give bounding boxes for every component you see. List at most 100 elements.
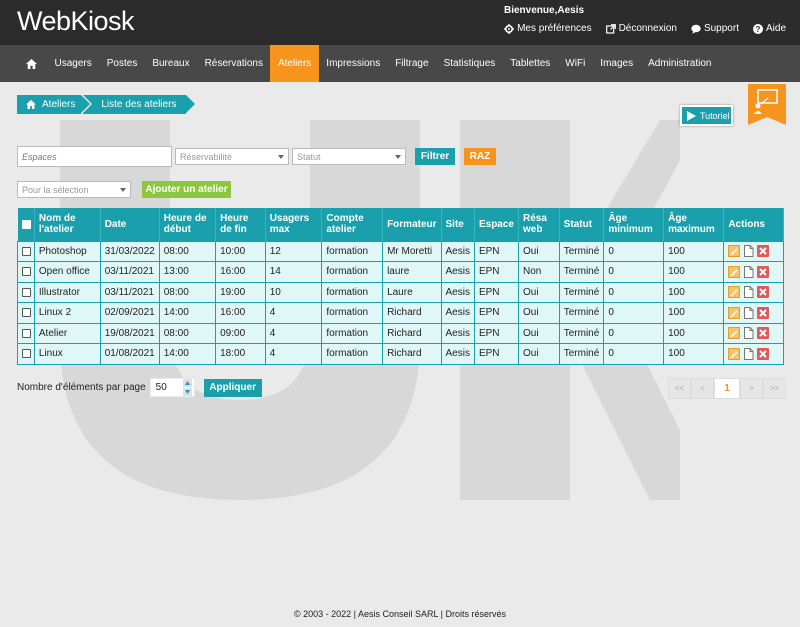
nav-home[interactable] bbox=[0, 45, 47, 82]
reservabilite-select[interactable]: Réservabilité bbox=[175, 148, 289, 165]
col-resa-web[interactable]: Résa web bbox=[518, 208, 560, 241]
cell-age-max: 100 bbox=[663, 240, 724, 262]
cell-formateur: Richard bbox=[382, 302, 442, 324]
statut-select[interactable]: Statut bbox=[292, 148, 406, 165]
help-label: Aide bbox=[765, 23, 786, 34]
row-checkbox[interactable] bbox=[22, 287, 31, 297]
col-heure-debut[interactable]: Heure de début bbox=[159, 208, 217, 241]
nav-bureaux[interactable]: Bureaux bbox=[145, 45, 197, 82]
edit-icon[interactable] bbox=[728, 306, 740, 319]
spin-up-icon[interactable] bbox=[182, 379, 192, 387]
duplicate-icon[interactable] bbox=[743, 327, 754, 340]
page-first-button[interactable]: << bbox=[668, 378, 691, 399]
page-next-button[interactable]: > bbox=[740, 378, 763, 399]
nav-reservations[interactable]: Réservations bbox=[197, 45, 270, 82]
col-formateur[interactable]: Formateur bbox=[382, 208, 442, 241]
page-last-button[interactable]: >> bbox=[763, 378, 786, 399]
edit-icon[interactable] bbox=[728, 327, 740, 340]
breadcrumb-root[interactable]: Ateliers bbox=[17, 95, 91, 114]
row-checkbox[interactable] bbox=[22, 246, 31, 256]
delete-icon[interactable] bbox=[757, 306, 769, 319]
cell-heure-fin: 16:00 bbox=[215, 302, 266, 324]
col-statut[interactable]: Statut bbox=[559, 208, 605, 241]
duplicate-icon[interactable] bbox=[743, 245, 754, 258]
page-prev-button[interactable]: < bbox=[691, 378, 714, 399]
nav-usagers[interactable]: Usagers bbox=[47, 45, 99, 82]
col-compte-atelier[interactable]: Compte atelier bbox=[321, 208, 384, 241]
duplicate-icon[interactable] bbox=[743, 347, 754, 360]
spin-down-icon[interactable] bbox=[182, 388, 192, 396]
edit-icon[interactable] bbox=[728, 286, 740, 299]
edit-icon[interactable] bbox=[728, 245, 740, 258]
duplicate-icon[interactable] bbox=[743, 265, 754, 278]
nav-statistiques[interactable]: Statistiques bbox=[436, 45, 503, 82]
home-icon bbox=[26, 58, 37, 69]
duplicate-icon[interactable] bbox=[743, 286, 754, 299]
cell-espace: EPN bbox=[473, 240, 520, 262]
delete-icon[interactable] bbox=[757, 286, 769, 299]
row-checkbox[interactable] bbox=[22, 349, 31, 359]
delete-icon[interactable] bbox=[757, 327, 769, 340]
per-page-label: Nombre d'éléments par page bbox=[17, 382, 146, 393]
edit-icon[interactable] bbox=[728, 265, 740, 278]
col-usagers-max[interactable]: Usagers max bbox=[265, 208, 323, 241]
apply-button[interactable]: Appliquer bbox=[203, 378, 262, 397]
delete-icon[interactable] bbox=[757, 265, 769, 278]
logout-link[interactable]: Déconnexion bbox=[605, 23, 677, 34]
nav-wifi[interactable]: WiFi bbox=[558, 45, 593, 82]
nav-impressions[interactable]: Impressions bbox=[319, 45, 388, 82]
cell-compte-atelier: formation bbox=[321, 261, 384, 283]
nav-tablettes[interactable]: Tablettes bbox=[503, 45, 558, 82]
cell-resa-web: Oui bbox=[518, 343, 560, 365]
edit-icon[interactable] bbox=[728, 347, 740, 360]
cell-heure-debut: 08:00 bbox=[158, 281, 217, 303]
app-logo[interactable]: WebKiosk bbox=[17, 6, 135, 37]
tutorial-button[interactable]: Tutoriel bbox=[680, 105, 733, 126]
cell-nom: Open office bbox=[33, 261, 101, 283]
cell-usagers-max: 10 bbox=[264, 281, 323, 303]
help-link[interactable]: ? Aide bbox=[752, 23, 786, 34]
support-link[interactable]: Support bbox=[691, 23, 739, 34]
cell-espace: EPN bbox=[473, 261, 520, 283]
row-checkbox-cell bbox=[17, 261, 35, 283]
nav-filtrage[interactable]: Filtrage bbox=[388, 45, 436, 82]
nav-postes[interactable]: Postes bbox=[99, 45, 145, 82]
cell-espace: EPN bbox=[473, 343, 520, 365]
nav-images[interactable]: Images bbox=[593, 45, 641, 82]
espaces-input[interactable]: Espaces bbox=[17, 146, 172, 167]
select-all-cell bbox=[17, 208, 35, 241]
presentation-ribbon-icon[interactable] bbox=[748, 84, 786, 125]
reset-button[interactable]: RAZ bbox=[464, 148, 496, 165]
col-nom[interactable]: Nom de l'atelier bbox=[34, 208, 101, 241]
number-spinner[interactable] bbox=[182, 379, 192, 396]
selection-action-select[interactable]: Pour la sélection bbox=[17, 181, 131, 198]
col-age-max[interactable]: Âge maximum bbox=[663, 208, 724, 241]
table-row: Linux 01/08/2021 14:00 18:00 4 formation Richa… bbox=[17, 343, 784, 365]
col-heure-fin[interactable]: Heure de fin bbox=[215, 208, 266, 241]
play-icon bbox=[687, 110, 696, 121]
pagination: << < 1 > >> bbox=[668, 378, 786, 399]
col-espace[interactable]: Espace bbox=[474, 208, 520, 241]
col-actions: Actions bbox=[723, 208, 784, 241]
col-site[interactable]: Site bbox=[441, 208, 475, 241]
nav-administration[interactable]: Administration bbox=[641, 45, 719, 82]
delete-icon[interactable] bbox=[757, 347, 769, 360]
nav-ateliers[interactable]: Ateliers bbox=[270, 45, 319, 82]
cell-age-max: 100 bbox=[663, 343, 724, 365]
row-checkbox[interactable] bbox=[22, 308, 31, 318]
select-all-checkbox[interactable] bbox=[21, 219, 31, 229]
col-age-min[interactable]: Âge minimum bbox=[603, 208, 665, 241]
col-date[interactable]: Date bbox=[100, 208, 160, 241]
row-checkbox[interactable] bbox=[22, 328, 31, 338]
duplicate-icon[interactable] bbox=[743, 306, 754, 319]
cell-formateur: Mr Moretti bbox=[382, 240, 442, 262]
per-page-input[interactable]: 50 bbox=[149, 378, 195, 397]
filter-button[interactable]: Filtrer bbox=[415, 148, 455, 165]
delete-icon[interactable] bbox=[757, 245, 769, 258]
add-workshop-button[interactable]: Ajouter un atelier bbox=[142, 181, 231, 198]
page-current[interactable]: 1 bbox=[714, 378, 740, 399]
cell-actions bbox=[723, 281, 784, 303]
preferences-link[interactable]: Mes préférences bbox=[504, 23, 592, 34]
row-checkbox[interactable] bbox=[22, 267, 31, 277]
row-checkbox-cell bbox=[17, 240, 35, 262]
